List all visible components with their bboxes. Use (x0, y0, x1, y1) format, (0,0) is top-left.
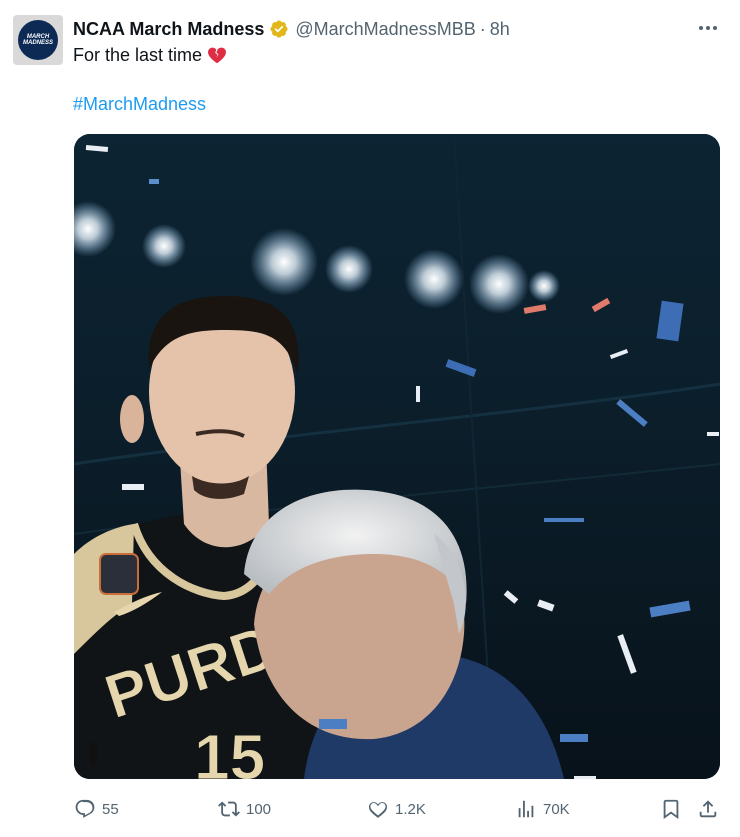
timestamp[interactable]: 8h (490, 19, 510, 40)
like-icon (368, 802, 388, 818)
reply-count: 55 (102, 800, 119, 818)
separator-dot: · (479, 18, 486, 39)
reply-icon (75, 799, 95, 818)
views-button[interactable]: 70K (515, 793, 570, 825)
like-button[interactable]: 1.2K (367, 793, 426, 825)
bookmark-icon (663, 799, 679, 820)
handle[interactable]: @MarchMadnessMBB (295, 19, 475, 40)
video-progress-indicator (90, 742, 97, 766)
jersey-number: 15 (194, 721, 265, 779)
like-count: 1.2K (395, 800, 426, 818)
tweet-card: MARCH MADNESS NCAA March Madness @MarchM… (0, 0, 740, 837)
retweet-count: 100 (246, 800, 272, 818)
tweet-video[interactable]: PURDUE 15 (74, 134, 720, 779)
views-icon (518, 800, 534, 818)
reply-button[interactable]: 55 (74, 793, 119, 825)
avatar-text-2: MADNESS (22, 40, 53, 46)
tweet-header: NCAA March Madness @MarchMadnessMBB · 8h (73, 17, 510, 41)
avatar[interactable]: MARCH MADNESS (13, 15, 63, 65)
tweet-text-body: For the last time (73, 44, 203, 65)
retweet-button[interactable]: 100 (218, 793, 271, 825)
retweet-icon (218, 801, 240, 817)
display-name[interactable]: NCAA March Madness (73, 19, 264, 40)
share-icon (699, 800, 717, 818)
video-frame: PURDUE 15 (74, 134, 720, 779)
broken-heart-icon (208, 47, 227, 64)
verified-badge-icon (270, 20, 288, 38)
share-button[interactable] (697, 793, 719, 825)
tweet-text: For the last time (73, 44, 228, 66)
march-madness-logo: MARCH MADNESS (18, 20, 58, 60)
bookmark-button[interactable] (660, 793, 682, 825)
hashtag-link[interactable]: #MarchMadness (73, 94, 206, 115)
views-count: 70K (543, 800, 570, 818)
action-bar: 55 100 1.2K 70K (0, 793, 740, 825)
more-options-icon[interactable] (696, 18, 720, 38)
